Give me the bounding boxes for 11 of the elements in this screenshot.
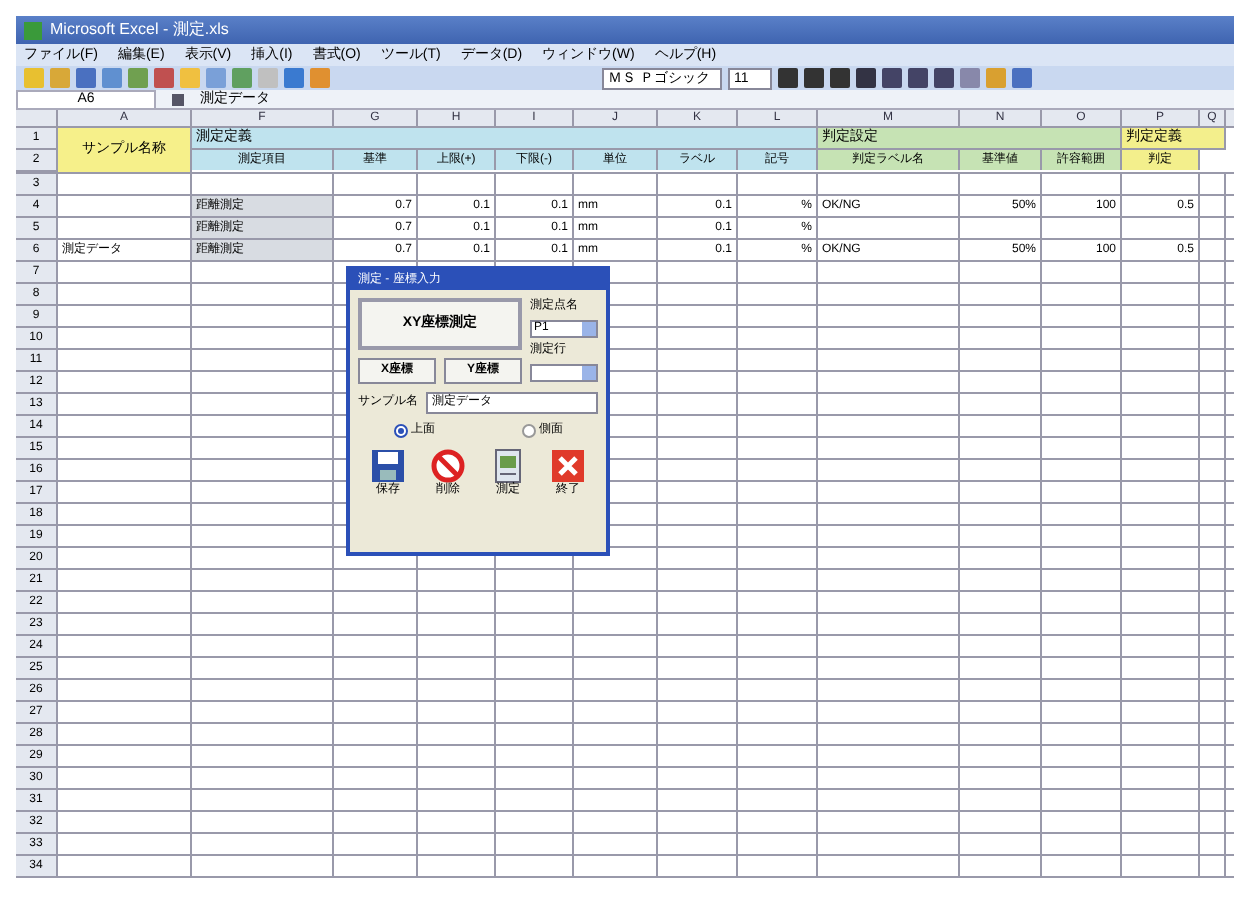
row-select[interactable] [530,364,598,382]
document-icon [490,448,526,484]
formula-icon [172,93,184,105]
window-title: Microsoft Excel - 測定.xls [50,22,229,38]
radio-button[interactable] [393,424,407,438]
prohibition-icon [430,448,466,484]
dropdown-icon [582,366,596,380]
radio-button[interactable] [521,424,535,438]
excel-icon [24,21,42,39]
close-icon [550,448,586,484]
dropdown-icon [582,322,596,336]
